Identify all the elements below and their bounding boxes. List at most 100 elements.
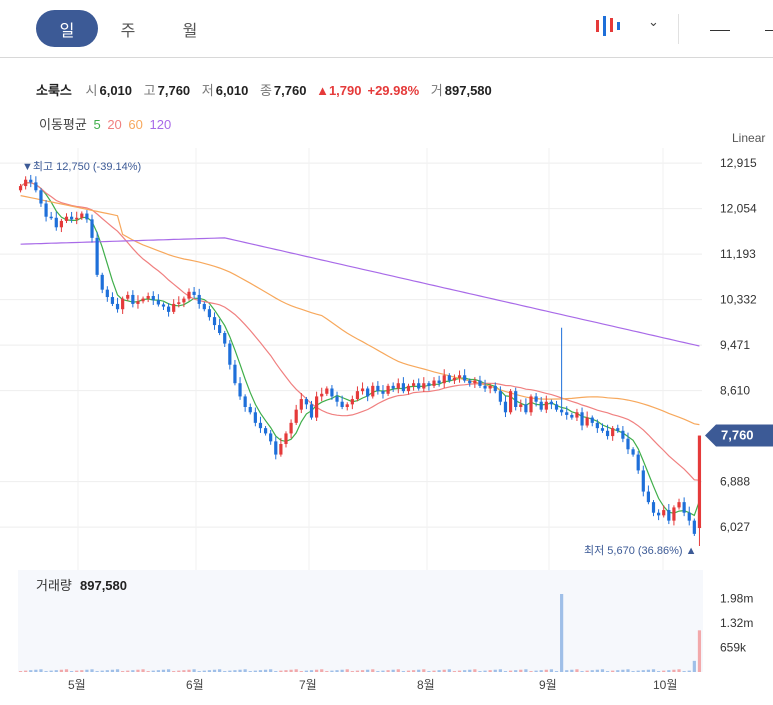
volume-bar bbox=[590, 670, 594, 672]
candle-body bbox=[631, 449, 635, 455]
candle bbox=[641, 465, 645, 497]
candle bbox=[554, 400, 559, 412]
candle bbox=[34, 176, 38, 193]
candle-body bbox=[24, 179, 28, 187]
volume-bar bbox=[24, 670, 28, 672]
volume-bar bbox=[662, 670, 666, 672]
volume-bar bbox=[34, 669, 38, 672]
volume-bar bbox=[64, 669, 69, 672]
volume-bar bbox=[315, 669, 319, 672]
candle-body bbox=[360, 388, 365, 392]
candle-body bbox=[534, 396, 538, 402]
candle-body bbox=[29, 179, 33, 183]
volume-bar bbox=[207, 670, 212, 672]
candle bbox=[406, 383, 411, 395]
volume-bar bbox=[651, 669, 656, 672]
candle-body bbox=[447, 375, 451, 381]
candle-body bbox=[585, 417, 589, 426]
candle-body bbox=[432, 380, 436, 386]
candle-body bbox=[253, 412, 257, 423]
candle bbox=[524, 398, 528, 415]
candle-body bbox=[514, 391, 518, 407]
volume-bar bbox=[350, 671, 354, 672]
volume-bar bbox=[697, 630, 702, 672]
candle bbox=[161, 302, 166, 311]
candle bbox=[514, 387, 518, 411]
candle bbox=[95, 231, 99, 277]
volume-bar bbox=[565, 670, 569, 672]
candle bbox=[692, 518, 696, 536]
candle-body bbox=[519, 404, 523, 407]
volume-bar bbox=[115, 669, 120, 672]
candle-body bbox=[636, 454, 640, 471]
volume-bar bbox=[682, 671, 686, 672]
volume-bar bbox=[473, 669, 477, 672]
y-tick-label: 12,915 bbox=[720, 156, 757, 170]
volume-bar bbox=[110, 669, 115, 672]
price-chart[interactable]: 12,915 12,054 11,193 10,332 9,471 8,610 6,888 6… bbox=[0, 0, 773, 705]
candle-body bbox=[49, 216, 53, 219]
y-tick-label: 9,471 bbox=[720, 338, 750, 352]
volume-bar bbox=[376, 671, 380, 672]
candle-body bbox=[95, 237, 99, 275]
y-tick-label: 11,193 bbox=[720, 247, 756, 261]
candle-body bbox=[75, 217, 79, 220]
candle bbox=[503, 395, 508, 418]
volume-bar bbox=[29, 670, 33, 672]
candle-body bbox=[44, 203, 48, 217]
volume-bar bbox=[212, 669, 217, 672]
candle-body bbox=[263, 428, 268, 434]
candle-body bbox=[452, 377, 457, 381]
candle-body bbox=[121, 298, 125, 310]
volume-bar bbox=[187, 669, 191, 672]
candle bbox=[156, 294, 160, 307]
candle-body bbox=[605, 430, 610, 437]
candle bbox=[258, 416, 263, 433]
candle bbox=[202, 301, 206, 312]
volume-bar bbox=[340, 669, 344, 672]
candle bbox=[366, 386, 370, 402]
candle-body bbox=[687, 512, 691, 521]
candle bbox=[657, 509, 661, 521]
x-tick-label: 9월 bbox=[539, 678, 557, 692]
candle-body bbox=[279, 444, 283, 455]
x-tick-label: 10월 bbox=[653, 678, 677, 692]
volume-bar bbox=[427, 671, 431, 672]
candle bbox=[549, 399, 554, 410]
candle-body bbox=[100, 274, 104, 290]
volume-bar bbox=[269, 669, 273, 672]
volume-bar bbox=[611, 670, 615, 672]
candle bbox=[682, 497, 686, 517]
candle-body bbox=[243, 396, 247, 407]
candle bbox=[248, 403, 252, 415]
candle-body bbox=[202, 303, 206, 310]
candle-body bbox=[427, 383, 431, 386]
volume-bar bbox=[172, 671, 176, 672]
candle-body bbox=[269, 433, 273, 442]
candle bbox=[427, 381, 431, 391]
candle-body bbox=[468, 380, 472, 384]
candle bbox=[401, 377, 405, 394]
volume-bar bbox=[182, 670, 186, 672]
candle bbox=[570, 412, 574, 420]
candle bbox=[85, 210, 89, 223]
volume-bar bbox=[544, 669, 548, 672]
volume-bar bbox=[401, 671, 405, 672]
candle bbox=[677, 498, 681, 510]
volume-bar bbox=[151, 670, 155, 672]
candle bbox=[345, 402, 349, 411]
candle bbox=[223, 330, 227, 348]
volume-bar bbox=[345, 669, 349, 672]
volume-bar bbox=[437, 670, 441, 672]
x-tick-label: 8월 bbox=[417, 678, 435, 692]
volume-bar bbox=[121, 671, 125, 672]
candle bbox=[54, 211, 58, 231]
volume-bar bbox=[18, 671, 23, 672]
candle bbox=[437, 375, 441, 387]
candle-body bbox=[274, 441, 278, 455]
volume-bar bbox=[284, 670, 288, 672]
volume-bar bbox=[49, 670, 53, 672]
volume-panel-value: 897,580 bbox=[80, 578, 127, 593]
volume-bar bbox=[641, 670, 645, 672]
volume-bar bbox=[570, 669, 574, 672]
